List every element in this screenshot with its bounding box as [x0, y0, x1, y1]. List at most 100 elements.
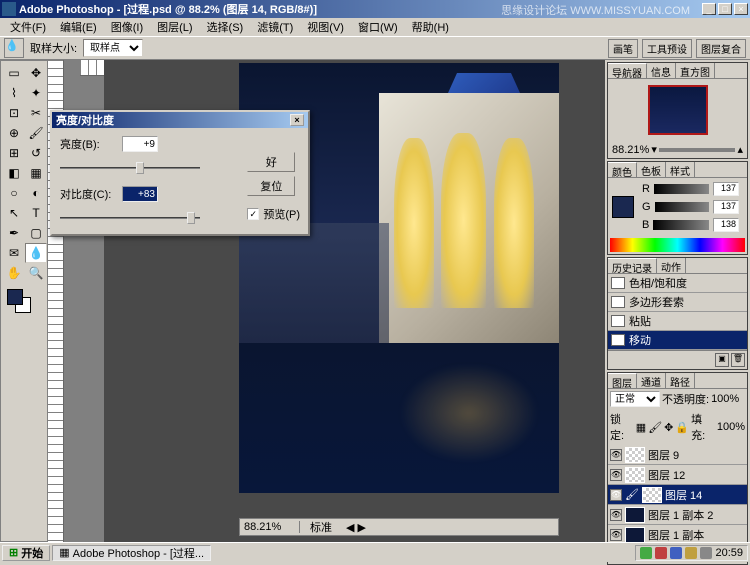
blur-tool[interactable]: ○ — [3, 183, 25, 203]
menu-help[interactable]: 帮助(H) — [406, 18, 455, 36]
menu-image[interactable]: 图像(I) — [105, 18, 149, 36]
type-tool[interactable]: T — [25, 203, 47, 223]
sample-size-select[interactable]: 取样点 — [83, 39, 143, 57]
tab-paths[interactable]: 路径 — [666, 373, 695, 388]
navigator-thumbnail[interactable] — [648, 85, 708, 135]
blend-mode-select[interactable]: 正常 — [610, 391, 660, 407]
menu-select[interactable]: 选择(S) — [201, 18, 250, 36]
brightness-input[interactable] — [122, 136, 158, 152]
history-item[interactable]: 多边形套索 — [608, 293, 747, 312]
slider-r[interactable] — [654, 184, 709, 194]
tray-icon[interactable] — [640, 547, 652, 559]
menu-edit[interactable]: 编辑(E) — [54, 18, 103, 36]
tray-icon[interactable] — [685, 547, 697, 559]
palette-layer-comps[interactable]: 图层复合 — [696, 39, 746, 58]
dodge-tool[interactable]: ◐ — [25, 183, 47, 203]
shape-tool[interactable]: ▢ — [25, 223, 47, 243]
reset-button[interactable]: 复位 — [247, 176, 295, 196]
tab-info[interactable]: 信息 — [647, 63, 676, 78]
tab-layers[interactable]: 图层 — [608, 373, 637, 388]
wand-tool[interactable]: ✦ — [25, 83, 47, 103]
move-tool[interactable]: ✥ — [25, 63, 47, 83]
layer-item[interactable]: 👁图层 1 副本 2 — [608, 505, 747, 525]
tab-color[interactable]: 颜色 — [608, 162, 637, 177]
start-button[interactable]: ⊞ 开始 — [2, 545, 50, 561]
hand-tool[interactable]: ✋ — [3, 263, 25, 283]
menu-file[interactable]: 文件(F) — [4, 18, 52, 36]
slice-tool[interactable]: ✂ — [25, 103, 47, 123]
value-g[interactable]: 137 — [713, 200, 739, 214]
menu-window[interactable]: 窗口(W) — [352, 18, 404, 36]
close-button[interactable]: × — [734, 3, 748, 15]
stamp-tool[interactable]: ⊞ — [3, 143, 25, 163]
zoom-out-icon[interactable]: ▾ — [651, 143, 657, 156]
history-item[interactable]: 移动 — [608, 331, 747, 350]
dialog-close-button[interactable]: × — [290, 114, 304, 126]
lock-transparent-icon[interactable]: ▦ — [636, 421, 646, 434]
taskbar-item[interactable]: ▦ Adobe Photoshop - [过程... — [52, 545, 211, 561]
layer-item[interactable]: 👁图层 9 — [608, 445, 747, 465]
history-item[interactable]: 粘贴 — [608, 312, 747, 331]
tray-icon[interactable] — [670, 547, 682, 559]
menu-filter[interactable]: 滤镜(T) — [251, 18, 299, 36]
layer-item[interactable]: 👁图层 12 — [608, 465, 747, 485]
gradient-tool[interactable]: ▦ — [25, 163, 47, 183]
tab-channels[interactable]: 通道 — [637, 373, 666, 388]
system-tray[interactable]: 20:59 — [635, 545, 748, 561]
zoom-in-icon[interactable]: ▴ — [737, 143, 743, 156]
new-snapshot-button[interactable]: ▣ — [715, 353, 729, 367]
pen-tool[interactable]: ✒ — [3, 223, 25, 243]
layer-item[interactable]: 👁🖌图层 14 — [608, 485, 747, 505]
brightness-slider[interactable] — [60, 160, 200, 176]
lock-all-icon[interactable]: 🔒 — [675, 421, 689, 434]
tray-icon[interactable] — [655, 547, 667, 559]
zoom-tool[interactable]: 🔍 — [25, 263, 47, 283]
path-tool[interactable]: ↖ — [3, 203, 25, 223]
notes-tool[interactable]: ✉ — [3, 243, 25, 263]
fill-value[interactable]: 100% — [717, 421, 745, 433]
tab-actions[interactable]: 动作 — [657, 258, 686, 273]
tray-icon[interactable] — [700, 547, 712, 559]
tab-history[interactable]: 历史记录 — [608, 258, 657, 273]
visibility-icon[interactable]: 👁 — [610, 489, 622, 501]
preview-checkbox[interactable]: ✓ — [247, 208, 259, 220]
tab-swatches[interactable]: 色板 — [637, 162, 666, 177]
visibility-icon[interactable]: 👁 — [610, 449, 622, 461]
minimize-button[interactable]: _ — [702, 3, 716, 15]
delete-state-button[interactable]: 🗑 — [731, 353, 745, 367]
menu-view[interactable]: 视图(V) — [301, 18, 350, 36]
history-item[interactable]: 色相/饱和度 — [608, 274, 747, 293]
menu-layer[interactable]: 图层(L) — [151, 18, 198, 36]
nav-zoom-slider[interactable] — [659, 148, 736, 152]
zoom-input[interactable]: 88.21% — [240, 521, 300, 533]
foreground-color[interactable] — [7, 289, 23, 305]
dialog-titlebar[interactable]: 亮度/对比度 × — [52, 112, 308, 128]
eyedropper-tool-icon[interactable]: 💧 — [4, 38, 24, 58]
maximize-button[interactable]: □ — [718, 3, 732, 15]
color-swatches[interactable] — [3, 287, 45, 317]
contrast-input[interactable] — [122, 186, 158, 202]
eyedropper-tool[interactable]: 💧 — [25, 243, 47, 263]
slider-g[interactable] — [655, 202, 709, 212]
lock-position-icon[interactable]: ✥ — [664, 421, 673, 434]
tab-styles[interactable]: 样式 — [666, 162, 695, 177]
crop-tool[interactable]: ⊡ — [3, 103, 25, 123]
history-brush-tool[interactable]: ↺ — [25, 143, 47, 163]
heal-tool[interactable]: ⊕ — [3, 123, 25, 143]
visibility-icon[interactable]: 👁 — [610, 509, 622, 521]
lasso-tool[interactable]: ⌇ — [3, 83, 25, 103]
brush-tool[interactable]: 🖌 — [25, 123, 47, 143]
marquee-tool[interactable]: ▭ — [3, 63, 25, 83]
contrast-slider[interactable] — [60, 210, 200, 226]
color-spectrum[interactable] — [610, 238, 745, 252]
palette-brushes[interactable]: 画笔 — [608, 39, 638, 58]
value-r[interactable]: 137 — [713, 182, 739, 196]
tab-navigator[interactable]: 导航器 — [608, 63, 647, 78]
value-b[interactable]: 138 — [713, 218, 739, 232]
ok-button[interactable]: 好 — [247, 152, 295, 172]
slider-b[interactable] — [653, 220, 709, 230]
visibility-icon[interactable]: 👁 — [610, 529, 622, 541]
eraser-tool[interactable]: ◧ — [3, 163, 25, 183]
visibility-icon[interactable]: 👁 — [610, 469, 622, 481]
color-preview[interactable] — [612, 196, 634, 218]
